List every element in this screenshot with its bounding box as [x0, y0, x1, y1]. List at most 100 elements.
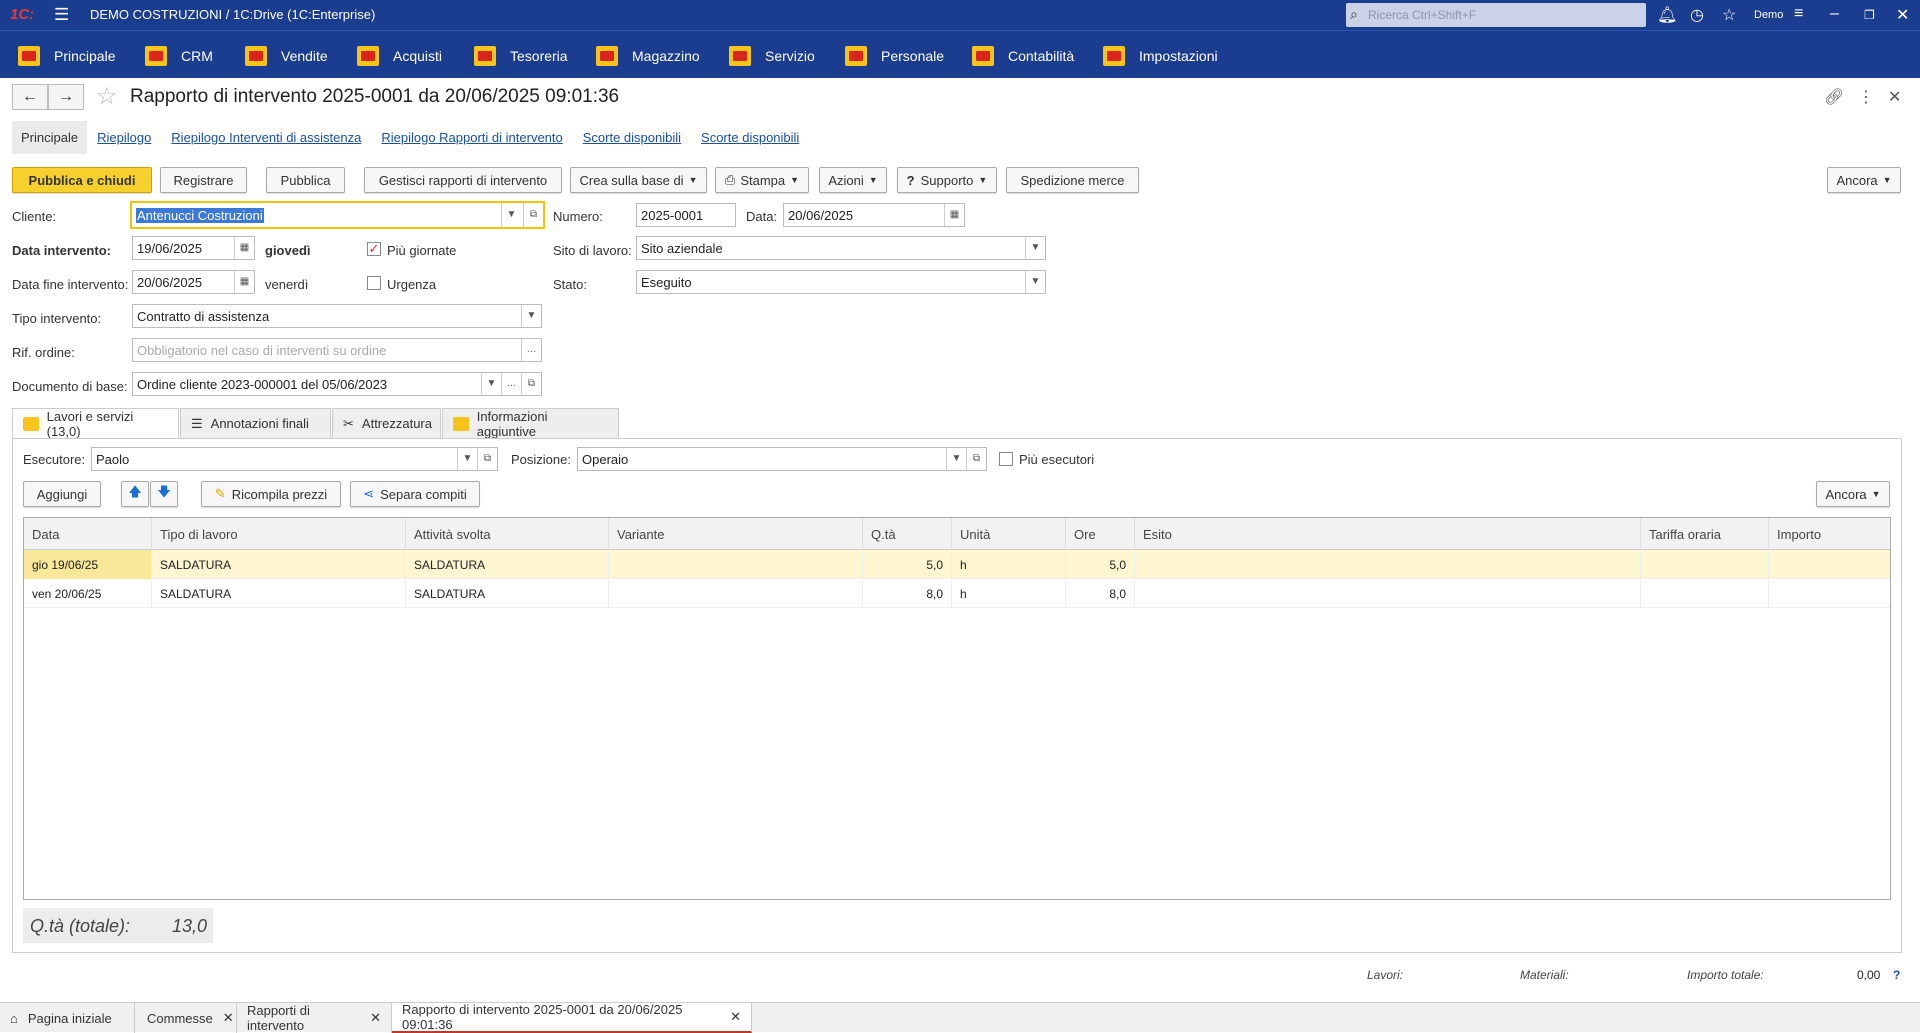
cell-tariffa[interactable] — [1641, 579, 1769, 608]
col-header-variante[interactable]: Variante — [609, 518, 863, 550]
tab-scorte-disponibili-1[interactable]: Scorte disponibili — [583, 130, 681, 145]
bell-icon[interactable]: 🔔︎ — [1657, 5, 1677, 25]
dropdown-arrow-icon[interactable]: ▼ — [501, 203, 521, 227]
window-tab-commesse[interactable]: Commesse ✕ — [137, 1003, 237, 1033]
cell-tariffa[interactable] — [1641, 550, 1769, 579]
more-vertical-icon[interactable]: ⋮ — [1858, 87, 1874, 107]
tab-principale[interactable]: Principale — [12, 120, 88, 154]
calendar-icon[interactable]: ▦ — [234, 237, 254, 259]
cell-esito[interactable] — [1135, 579, 1641, 608]
table-row[interactable]: gio 19/06/25 SALDATURA SALDATURA 5,0 h 5… — [24, 550, 1890, 579]
close-icon[interactable]: ✕ — [370, 1010, 381, 1026]
cell-variante[interactable] — [609, 579, 863, 608]
section-vendite[interactable]: Vendite — [245, 45, 328, 67]
base-doc-field[interactable]: Ordine cliente 2023-000001 del 05/06/202… — [132, 372, 542, 396]
col-header-tariffa[interactable]: Tariffa oraria — [1641, 518, 1769, 550]
close-icon[interactable]: ✕ — [223, 1010, 234, 1026]
help-icon[interactable]: ? — [1893, 968, 1900, 982]
section-principale[interactable]: Principale — [18, 45, 115, 67]
order-ref-field[interactable]: Obbligatorio nel caso di interventi su o… — [132, 338, 542, 362]
actions-button[interactable]: Azioni ▼ — [819, 167, 887, 193]
support-button[interactable]: ? Supporto ▼ — [897, 167, 997, 193]
calendar-icon[interactable]: ▦ — [944, 204, 964, 226]
section-acquisti[interactable]: Acquisti — [357, 45, 442, 67]
back-button[interactable]: ← — [12, 84, 48, 110]
publish-close-button[interactable]: Pubblica e chiudi — [12, 167, 152, 193]
dropdown-arrow-icon[interactable]: ▼ — [457, 448, 477, 470]
tab-lavori-servizi[interactable]: Lavori e servizi (13,0) — [12, 408, 179, 439]
client-field[interactable]: Antenucci Costruzioni ▼ ⧉ — [130, 201, 545, 229]
cell-qta[interactable]: 8,0 — [863, 579, 952, 608]
col-header-qta[interactable]: Q.tà — [863, 518, 952, 550]
open-icon[interactable]: ⧉ — [521, 373, 541, 395]
shipping-button[interactable]: Spedizione merce — [1006, 167, 1139, 193]
type-field[interactable]: Contratto di assistenza ▼ — [132, 304, 542, 328]
col-header-ore[interactable]: Ore — [1066, 518, 1135, 550]
section-personale[interactable]: Personale — [845, 45, 944, 67]
section-impostazioni[interactable]: Impostazioni — [1103, 45, 1218, 67]
move-down-button[interactable]: 🡇 — [150, 481, 178, 507]
register-button[interactable]: Registrare — [160, 167, 247, 193]
cell-variante[interactable] — [609, 550, 863, 579]
open-icon[interactable]: ⧉ — [477, 448, 497, 470]
table-row[interactable]: ven 20/06/25 SALDATURA SALDATURA 8,0 h 8… — [24, 579, 1890, 608]
number-field[interactable]: 2025-0001 — [636, 203, 736, 227]
urgency-checkbox[interactable] — [367, 276, 381, 290]
manage-reports-button[interactable]: Gestisci rapporti di intervento — [364, 167, 562, 193]
date-end-field[interactable]: 20/06/2025 ▦ — [132, 270, 255, 294]
cell-attivita[interactable]: SALDATURA — [406, 579, 609, 608]
col-header-importo[interactable]: Importo — [1769, 518, 1891, 550]
history-icon[interactable]: ◷ — [1690, 5, 1704, 25]
open-icon[interactable]: ⧉ — [523, 203, 543, 227]
favorite-star-icon[interactable]: ☆ — [96, 84, 118, 110]
add-row-button[interactable]: Aggiungi — [23, 481, 101, 507]
select-ellipsis-icon[interactable]: … — [521, 339, 541, 361]
date-field[interactable]: 20/06/2025 ▦ — [783, 203, 965, 227]
more-button[interactable]: Ancora ▼ — [1827, 167, 1901, 193]
dropdown-arrow-icon[interactable]: ▼ — [481, 373, 501, 395]
publish-button[interactable]: Pubblica — [266, 167, 345, 193]
window-tab-current[interactable]: Rapporto di intervento 2025-0001 da 20/0… — [392, 1002, 752, 1033]
tab-riepilogo[interactable]: Riepilogo — [97, 130, 151, 145]
close-form-icon[interactable]: ✕ — [1888, 87, 1901, 107]
col-header-esito[interactable]: Esito — [1135, 518, 1641, 550]
grid-more-button[interactable]: Ancora ▼ — [1816, 481, 1890, 507]
tab-scorte-disponibili-2[interactable]: Scorte disponibili — [701, 130, 799, 145]
section-tesoreria[interactable]: Tesoreria — [474, 45, 568, 67]
dropdown-arrow-icon[interactable]: ▼ — [1025, 237, 1045, 259]
user-name[interactable]: Demo — [1754, 9, 1783, 21]
link-icon[interactable]: 🔗︎ — [1824, 87, 1844, 107]
cell-unita[interactable]: h — [952, 550, 1066, 579]
favorites-star-icon[interactable]: ☆ — [1722, 5, 1736, 25]
cell-ore[interactable]: 5,0 — [1066, 550, 1135, 579]
tab-attrezzatura[interactable]: ✂ Attrezzatura — [332, 408, 441, 438]
position-field[interactable]: Operaio ▼ ⧉ — [577, 447, 987, 471]
close-window-icon[interactable]: ✕ — [1896, 5, 1909, 25]
print-button[interactable]: ⎙ Stampa ▼ — [715, 167, 809, 193]
minimize-icon[interactable]: ‒ — [1830, 5, 1839, 23]
col-header-attivita[interactable]: Attività svolta — [406, 518, 609, 550]
tab-annotazioni-finali[interactable]: ☰ Annotazioni finali — [180, 408, 331, 438]
col-header-unita[interactable]: Unità — [952, 518, 1066, 550]
open-icon[interactable]: ⧉ — [966, 448, 986, 470]
cell-qta[interactable]: 5,0 — [863, 550, 952, 579]
dropdown-arrow-icon[interactable]: ▼ — [1025, 271, 1045, 293]
multi-days-checkbox[interactable]: ✓ — [367, 242, 381, 256]
section-servizio[interactable]: Servizio — [729, 45, 815, 67]
select-ellipsis-icon[interactable]: … — [501, 373, 521, 395]
create-based-on-button[interactable]: Crea sulla base di ▼ — [570, 167, 707, 193]
close-icon[interactable]: ✕ — [730, 1009, 741, 1025]
cell-esito[interactable] — [1135, 550, 1641, 579]
cell-tipo[interactable]: SALDATURA — [152, 579, 406, 608]
site-field[interactable]: Sito aziendale ▼ — [636, 236, 1046, 260]
cell-importo[interactable] — [1769, 550, 1891, 579]
col-header-tipo-lavoro[interactable]: Tipo di lavoro — [152, 518, 406, 550]
cell-attivita[interactable]: SALDATURA — [406, 550, 609, 579]
cell-data[interactable]: gio 19/06/25 — [24, 550, 152, 579]
window-tab-rapporti[interactable]: Rapporti di intervento ✕ — [237, 1003, 392, 1033]
global-search-input[interactable]: ⌕ Ricerca Ctrl+Shift+F — [1346, 3, 1646, 27]
cell-importo[interactable] — [1769, 579, 1891, 608]
section-contabilita[interactable]: Contabilità — [972, 45, 1074, 67]
window-tab-home[interactable]: ⌂ Pagina iniziale — [0, 1003, 135, 1033]
calendar-icon[interactable]: ▦ — [234, 271, 254, 293]
